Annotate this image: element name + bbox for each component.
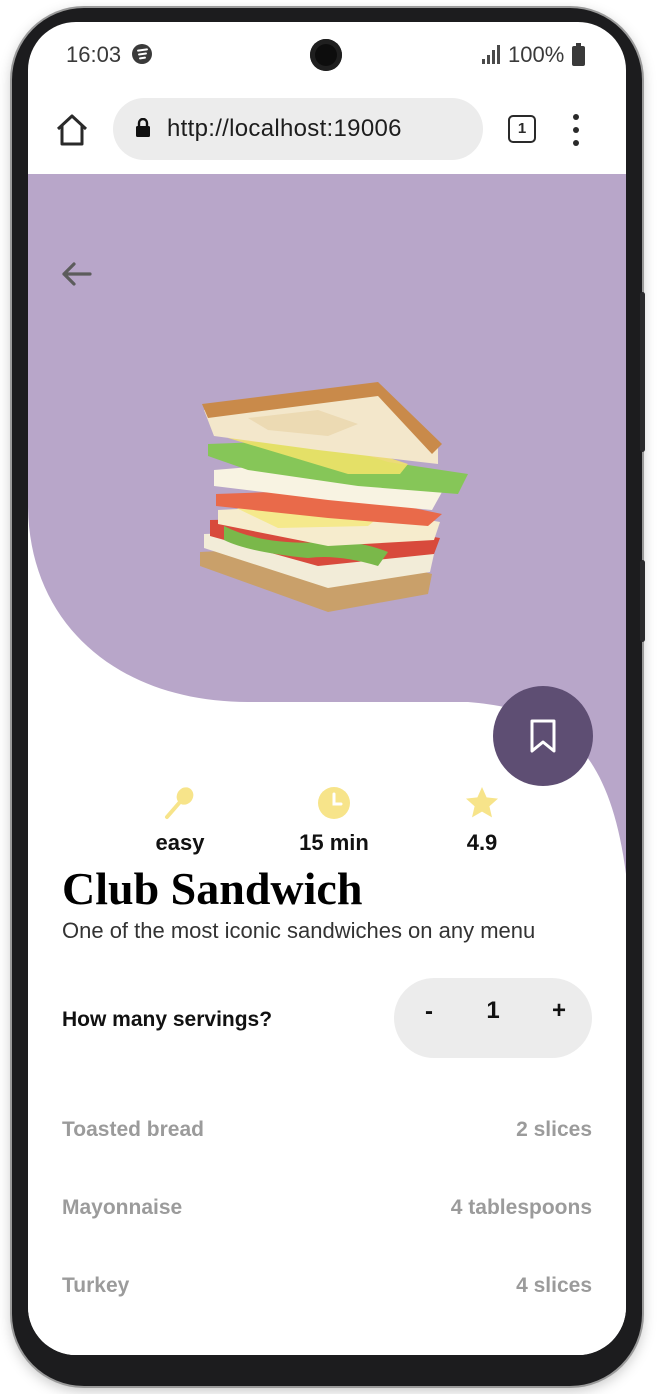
spoon-icon — [165, 787, 194, 819]
servings-label: How many servings? — [62, 1008, 273, 1031]
ingredient-row: Mayonnaise 4 tablespoons — [62, 1196, 592, 1274]
battery-icon — [572, 43, 585, 66]
power-button — [640, 560, 645, 642]
recipe-screen: easy 15 min 4.9 Club Sandwich One of the… — [28, 174, 626, 1355]
difficulty-value: easy — [155, 830, 205, 855]
recipe-stats: easy 15 min 4.9 — [28, 786, 626, 866]
ingredient-name: Mayonnaise — [62, 1196, 183, 1219]
ingredient-name: Turkey — [62, 1274, 130, 1297]
volume-button — [640, 292, 645, 452]
ingredients-list: Toasted bread 2 slices Mayonnaise 4 tabl… — [62, 1118, 592, 1352]
recipe-description: One of the most iconic sandwiches on any… — [62, 918, 536, 943]
more-vert-icon[interactable] — [572, 114, 580, 146]
front-camera — [310, 39, 342, 71]
ingredient-row: Toasted bread 2 slices — [62, 1118, 592, 1196]
url-bar[interactable]: http://localhost:19006 — [113, 98, 483, 160]
signal-icon — [482, 44, 502, 64]
url-text: http://localhost:19006 — [167, 115, 402, 142]
home-icon[interactable] — [54, 112, 90, 148]
clock-icon — [318, 787, 350, 819]
bookmark-button[interactable] — [493, 686, 593, 786]
phone-screen: 16:03 100% http://localhost:19006 1 easy… — [28, 22, 626, 1355]
increment-button[interactable]: + — [544, 997, 574, 1025]
bookmark-icon — [530, 719, 556, 753]
time-value: 15 min — [299, 830, 369, 855]
ingredient-amount: 4 slices — [516, 1274, 592, 1297]
rating-value: 4.9 — [466, 830, 498, 855]
spotify-icon — [132, 44, 152, 64]
ingredient-amount: 4 tablespoons — [450, 1196, 592, 1219]
star-icon — [466, 787, 498, 818]
decrement-button[interactable]: - — [414, 998, 444, 1026]
battery-percentage: 100% — [508, 42, 565, 67]
tab-switcher-button[interactable]: 1 — [508, 115, 536, 143]
back-arrow-icon[interactable] — [58, 256, 94, 292]
recipe-title: Club Sandwich — [62, 863, 363, 914]
lock-icon — [136, 118, 150, 137]
browser-toolbar: http://localhost:19006 1 — [28, 90, 626, 174]
servings-count: 1 — [486, 997, 500, 1024]
servings-stepper: - 1 + — [394, 978, 592, 1058]
ingredient-row: Turkey 4 slices — [62, 1274, 592, 1352]
status-time: 16:03 — [66, 42, 122, 67]
ingredient-name: Toasted bread — [62, 1118, 204, 1141]
ingredient-amount: 2 slices — [516, 1118, 592, 1141]
status-bar: 16:03 100% — [28, 22, 626, 90]
